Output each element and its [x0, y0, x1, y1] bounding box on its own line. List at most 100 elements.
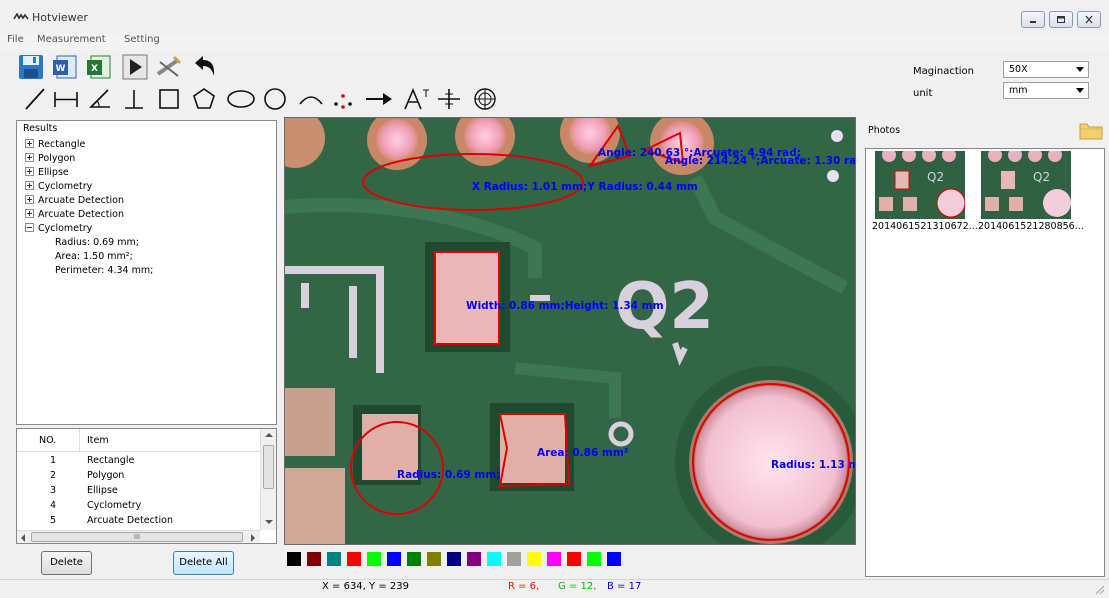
result-item[interactable]: Polygon — [25, 152, 75, 166]
color-swatch[interactable] — [347, 552, 361, 566]
color-swatch[interactable] — [467, 552, 481, 566]
horizontal-scrollbar[interactable]: III — [17, 530, 260, 543]
pcb-image[interactable]: Q2 Angle: 240.63 °;Arcuate: 4.94 rad; An… — [285, 118, 855, 544]
magnification-select[interactable]: 50X — [1003, 61, 1089, 78]
row-no: 5 — [50, 515, 57, 526]
svg-text:Q2: Q2 — [927, 170, 944, 184]
arrow-icon[interactable] — [364, 87, 394, 111]
scroll-down-icon[interactable] — [265, 519, 273, 525]
expand-icon[interactable] — [25, 153, 34, 162]
row-item[interactable]: Polygon — [87, 468, 124, 483]
perpendicular-icon[interactable] — [122, 87, 146, 111]
pixel-green-value: G = 12, — [558, 581, 597, 592]
row-item[interactable]: Rectangle — [87, 453, 134, 468]
ellipse-icon[interactable] — [226, 87, 256, 111]
color-swatch[interactable] — [427, 552, 441, 566]
scroll-right-icon[interactable] — [250, 534, 256, 542]
color-swatch[interactable] — [527, 552, 541, 566]
clear-icon[interactable] — [156, 54, 182, 80]
points-icon[interactable] — [331, 87, 355, 111]
result-item-label: Cyclometry — [38, 181, 93, 192]
result-item[interactable]: Arcuate Detection — [25, 208, 124, 222]
result-item[interactable]: Cyclometry — [25, 180, 92, 194]
row-item[interactable]: Arcuate Detection — [87, 513, 173, 528]
result-item-expanded[interactable]: Cyclometry — [25, 222, 92, 236]
arc-icon[interactable] — [297, 87, 325, 111]
text-icon[interactable] — [403, 87, 431, 111]
magnification-value: 50X — [1009, 64, 1028, 75]
unit-select[interactable]: mm — [1003, 82, 1089, 99]
angle-icon[interactable] — [88, 87, 112, 111]
status-bar — [0, 579, 1109, 598]
expand-icon[interactable] — [25, 195, 34, 204]
polygon-icon[interactable] — [192, 87, 216, 111]
scroll-thumb[interactable] — [263, 445, 274, 489]
save-icon[interactable] — [18, 54, 44, 80]
measure-label-area: Area: 0.86 mm² — [537, 447, 629, 459]
menu-bar — [0, 34, 1109, 50]
measure-label-ellipse: X Radius: 1.01 mm;Y Radius: 0.44 mm — [472, 181, 698, 193]
menu-file[interactable]: File — [5, 34, 26, 45]
delete-all-button[interactable]: Delete All — [173, 551, 234, 575]
folder-icon[interactable] — [1079, 120, 1103, 140]
header-divider — [79, 429, 80, 451]
undo-icon[interactable] — [192, 54, 218, 80]
play-icon[interactable] — [122, 54, 148, 80]
crosshair-icon[interactable] — [436, 87, 462, 111]
cursor-coordinates: X = 634, Y = 239 — [322, 581, 409, 592]
scroll-up-icon[interactable] — [265, 432, 273, 438]
photo-thumbnail[interactable]: Q2 — [981, 151, 1071, 219]
microscope-image-view[interactable]: Q2 Angle: 240.63 °;Arcuate: 4.94 rad; An… — [284, 117, 856, 545]
result-item[interactable]: Arcuate Detection — [25, 194, 124, 208]
delete-button[interactable]: Delete — [41, 551, 92, 575]
results-title: Results — [23, 123, 58, 134]
color-swatch[interactable] — [307, 552, 321, 566]
color-swatch[interactable] — [507, 552, 521, 566]
color-swatch[interactable] — [487, 552, 501, 566]
menu-measurement[interactable]: Measurement — [35, 34, 108, 45]
color-swatch[interactable] — [387, 552, 401, 566]
expand-icon[interactable] — [25, 209, 34, 218]
color-swatch[interactable] — [567, 552, 581, 566]
menu-setting[interactable]: Setting — [122, 34, 162, 45]
reticle-icon[interactable] — [472, 87, 498, 111]
measure-label-radius-large: Radius: 1.13 mm; — [771, 459, 855, 471]
photo-caption: 2014061521310672... — [872, 221, 978, 232]
photo-thumbnail-image: Q2 — [875, 151, 965, 219]
row-item[interactable]: Ellipse — [87, 483, 118, 498]
rectangle-icon[interactable] — [157, 87, 181, 111]
expand-icon[interactable] — [25, 167, 34, 176]
maximize-button[interactable] — [1049, 11, 1073, 28]
color-swatch[interactable] — [367, 552, 381, 566]
color-swatch[interactable] — [287, 552, 301, 566]
resize-grip-icon[interactable] — [1093, 583, 1105, 595]
expand-icon[interactable] — [25, 139, 34, 148]
distance-icon[interactable] — [53, 87, 79, 111]
color-swatch[interactable] — [547, 552, 561, 566]
close-button[interactable] — [1077, 11, 1101, 28]
row-item[interactable]: Cyclometry — [87, 498, 141, 513]
vertical-scrollbar[interactable] — [260, 429, 276, 530]
collapse-icon[interactable] — [25, 223, 34, 232]
color-swatch[interactable] — [447, 552, 461, 566]
export-excel-icon[interactable]: X — [86, 54, 112, 80]
color-swatch[interactable] — [407, 552, 421, 566]
color-swatch[interactable] — [607, 552, 621, 566]
app-logo-icon — [13, 13, 29, 20]
scroll-thumb[interactable]: III — [31, 532, 243, 542]
result-item[interactable]: Rectangle — [25, 138, 85, 152]
minimize-button[interactable] — [1021, 11, 1045, 28]
color-swatch[interactable] — [327, 552, 341, 566]
line-icon[interactable] — [24, 87, 46, 111]
measure-label-rectangle: Width: 0.86 mm;Height: 1.34 mm — [466, 300, 664, 312]
export-word-icon[interactable]: W — [52, 54, 78, 80]
circle-icon[interactable] — [262, 87, 288, 111]
photo-thumbnail[interactable]: Q2 — [875, 151, 965, 219]
result-item[interactable]: Ellipse — [25, 166, 69, 180]
color-swatch[interactable] — [587, 552, 601, 566]
expand-icon[interactable] — [25, 181, 34, 190]
scroll-left-icon[interactable] — [20, 534, 26, 542]
column-header-no[interactable]: NO. — [39, 435, 56, 446]
column-header-item[interactable]: Item — [87, 435, 109, 446]
results-panel: Results Rectangle Polygon Ellipse Cyclom… — [16, 120, 277, 425]
